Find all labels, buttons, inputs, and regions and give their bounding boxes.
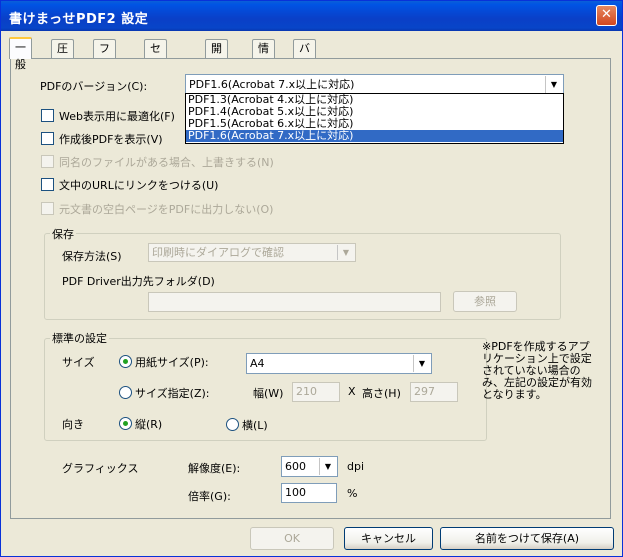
cancel-button[interactable]: キャンセル bbox=[344, 527, 433, 550]
custom-size-label: サイズ指定(Z): bbox=[135, 387, 210, 400]
chevron-down-icon[interactable]: ▼ bbox=[545, 76, 562, 93]
width-label: 幅(W) bbox=[253, 387, 284, 400]
window-title: 書けまっせPDF2 設定 bbox=[9, 12, 149, 27]
resolution-value: 600 bbox=[285, 460, 306, 473]
save-method-select[interactable]: 印刷時にダイアログで確認 ▼ bbox=[148, 243, 356, 262]
standard-group-title: 標準の設定 bbox=[50, 330, 109, 346]
height-label: 高さ(H) bbox=[362, 387, 401, 400]
browse-button[interactable]: 参照 bbox=[453, 291, 517, 312]
title-bar[interactable]: 書けまっせPDF2 設定 ✕ bbox=[1, 1, 622, 31]
overwrite-checkbox[interactable] bbox=[41, 155, 54, 168]
web-optimize-label: Web表示用に最適化(F) bbox=[59, 110, 175, 123]
version-option-selected[interactable]: PDF1.6(Acrobat 7.x以上に対応) bbox=[186, 130, 563, 142]
blank-page-checkbox[interactable] bbox=[41, 202, 54, 215]
paper-size-select[interactable]: A4 ▼ bbox=[246, 353, 432, 374]
tab-open[interactable]: 開き方 bbox=[205, 39, 228, 89]
overwrite-label: 同名のファイルがある場合、上書きする(N) bbox=[59, 156, 274, 169]
settings-note: ※PDFを作成するアプリケーション上で設定されていない場合のみ、左記の設定が有効… bbox=[482, 340, 592, 401]
portrait-radio[interactable] bbox=[119, 417, 132, 430]
scale-field[interactable]: 100 bbox=[281, 483, 337, 503]
landscape-label: 横(L) bbox=[242, 419, 268, 432]
ok-button[interactable]: OK bbox=[250, 527, 334, 550]
web-optimize-checkbox[interactable] bbox=[41, 109, 54, 122]
height-field[interactable]: 297 bbox=[410, 382, 458, 402]
resolution-select[interactable]: 600 ▼ bbox=[281, 456, 338, 477]
paper-size-label: 用紙サイズ(P): bbox=[135, 356, 209, 369]
tab-info[interactable]: 情報 bbox=[252, 39, 275, 72]
tab-version[interactable]: バージョン bbox=[293, 39, 316, 123]
pdf-version-select[interactable]: PDF1.6(Acrobat 7.x以上に対応) ▼ bbox=[185, 74, 564, 95]
resolution-label: 解像度(E): bbox=[188, 462, 241, 475]
x-separator: X bbox=[348, 385, 356, 398]
width-field[interactable]: 210 bbox=[292, 382, 340, 402]
pdf-version-dropdown: PDF1.3(Acrobat 4.x以上に対応) PDF1.4(Acrobat … bbox=[185, 93, 564, 144]
width-value: 210 bbox=[296, 385, 317, 398]
output-folder-label: PDF Driver出力先フォルダ(D) bbox=[62, 275, 215, 288]
tab-general[interactable]: 一般 bbox=[9, 37, 32, 71]
scale-label: 倍率(G): bbox=[188, 490, 231, 503]
save-method-label: 保存方法(S) bbox=[62, 250, 122, 263]
output-folder-field[interactable] bbox=[148, 292, 441, 312]
tab-font[interactable]: フォント bbox=[93, 39, 116, 106]
chevron-down-icon[interactable]: ▼ bbox=[319, 458, 336, 475]
save-as-button[interactable]: 名前をつけて保存(A) bbox=[440, 527, 614, 550]
height-value: 297 bbox=[414, 385, 435, 398]
paper-size-value: A4 bbox=[250, 357, 265, 370]
size-label: サイズ bbox=[62, 356, 95, 369]
pdf-version-value: PDF1.6(Acrobat 7.x以上に対応) bbox=[189, 78, 355, 91]
url-link-checkbox[interactable] bbox=[41, 178, 54, 191]
landscape-radio[interactable] bbox=[226, 418, 239, 431]
chevron-down-icon[interactable]: ▼ bbox=[413, 355, 430, 372]
url-link-label: 文中のURLにリンクをつける(U) bbox=[59, 179, 219, 192]
settings-dialog: 書けまっせPDF2 設定 ✕ 一般 圧縮 フォント セキュリティ 開き方 情報 … bbox=[0, 0, 623, 557]
tab-security[interactable]: セキュリティ bbox=[144, 39, 167, 140]
save-method-value: 印刷時にダイアログで確認 bbox=[152, 246, 284, 259]
paper-size-radio[interactable] bbox=[119, 355, 132, 368]
portrait-label: 縦(R) bbox=[135, 418, 163, 431]
pdf-version-label: PDFのバージョン(C): bbox=[40, 80, 148, 93]
custom-size-radio[interactable] bbox=[119, 386, 132, 399]
chevron-down-icon[interactable]: ▼ bbox=[337, 245, 354, 260]
close-button[interactable]: ✕ bbox=[596, 5, 617, 26]
scale-value: 100 bbox=[285, 486, 306, 499]
resolution-unit: dpi bbox=[347, 460, 365, 473]
show-after-label: 作成後PDFを表示(V) bbox=[59, 133, 163, 146]
show-after-checkbox[interactable] bbox=[41, 132, 54, 145]
orientation-label: 向き bbox=[62, 418, 84, 431]
blank-page-label: 元文書の空白ページをPDFに出力しない(O) bbox=[59, 203, 274, 216]
tab-compression[interactable]: 圧縮 bbox=[51, 39, 74, 72]
scale-unit: % bbox=[347, 487, 358, 500]
graphics-label: グラフィックス bbox=[62, 462, 139, 475]
save-group-title: 保存 bbox=[50, 226, 76, 242]
